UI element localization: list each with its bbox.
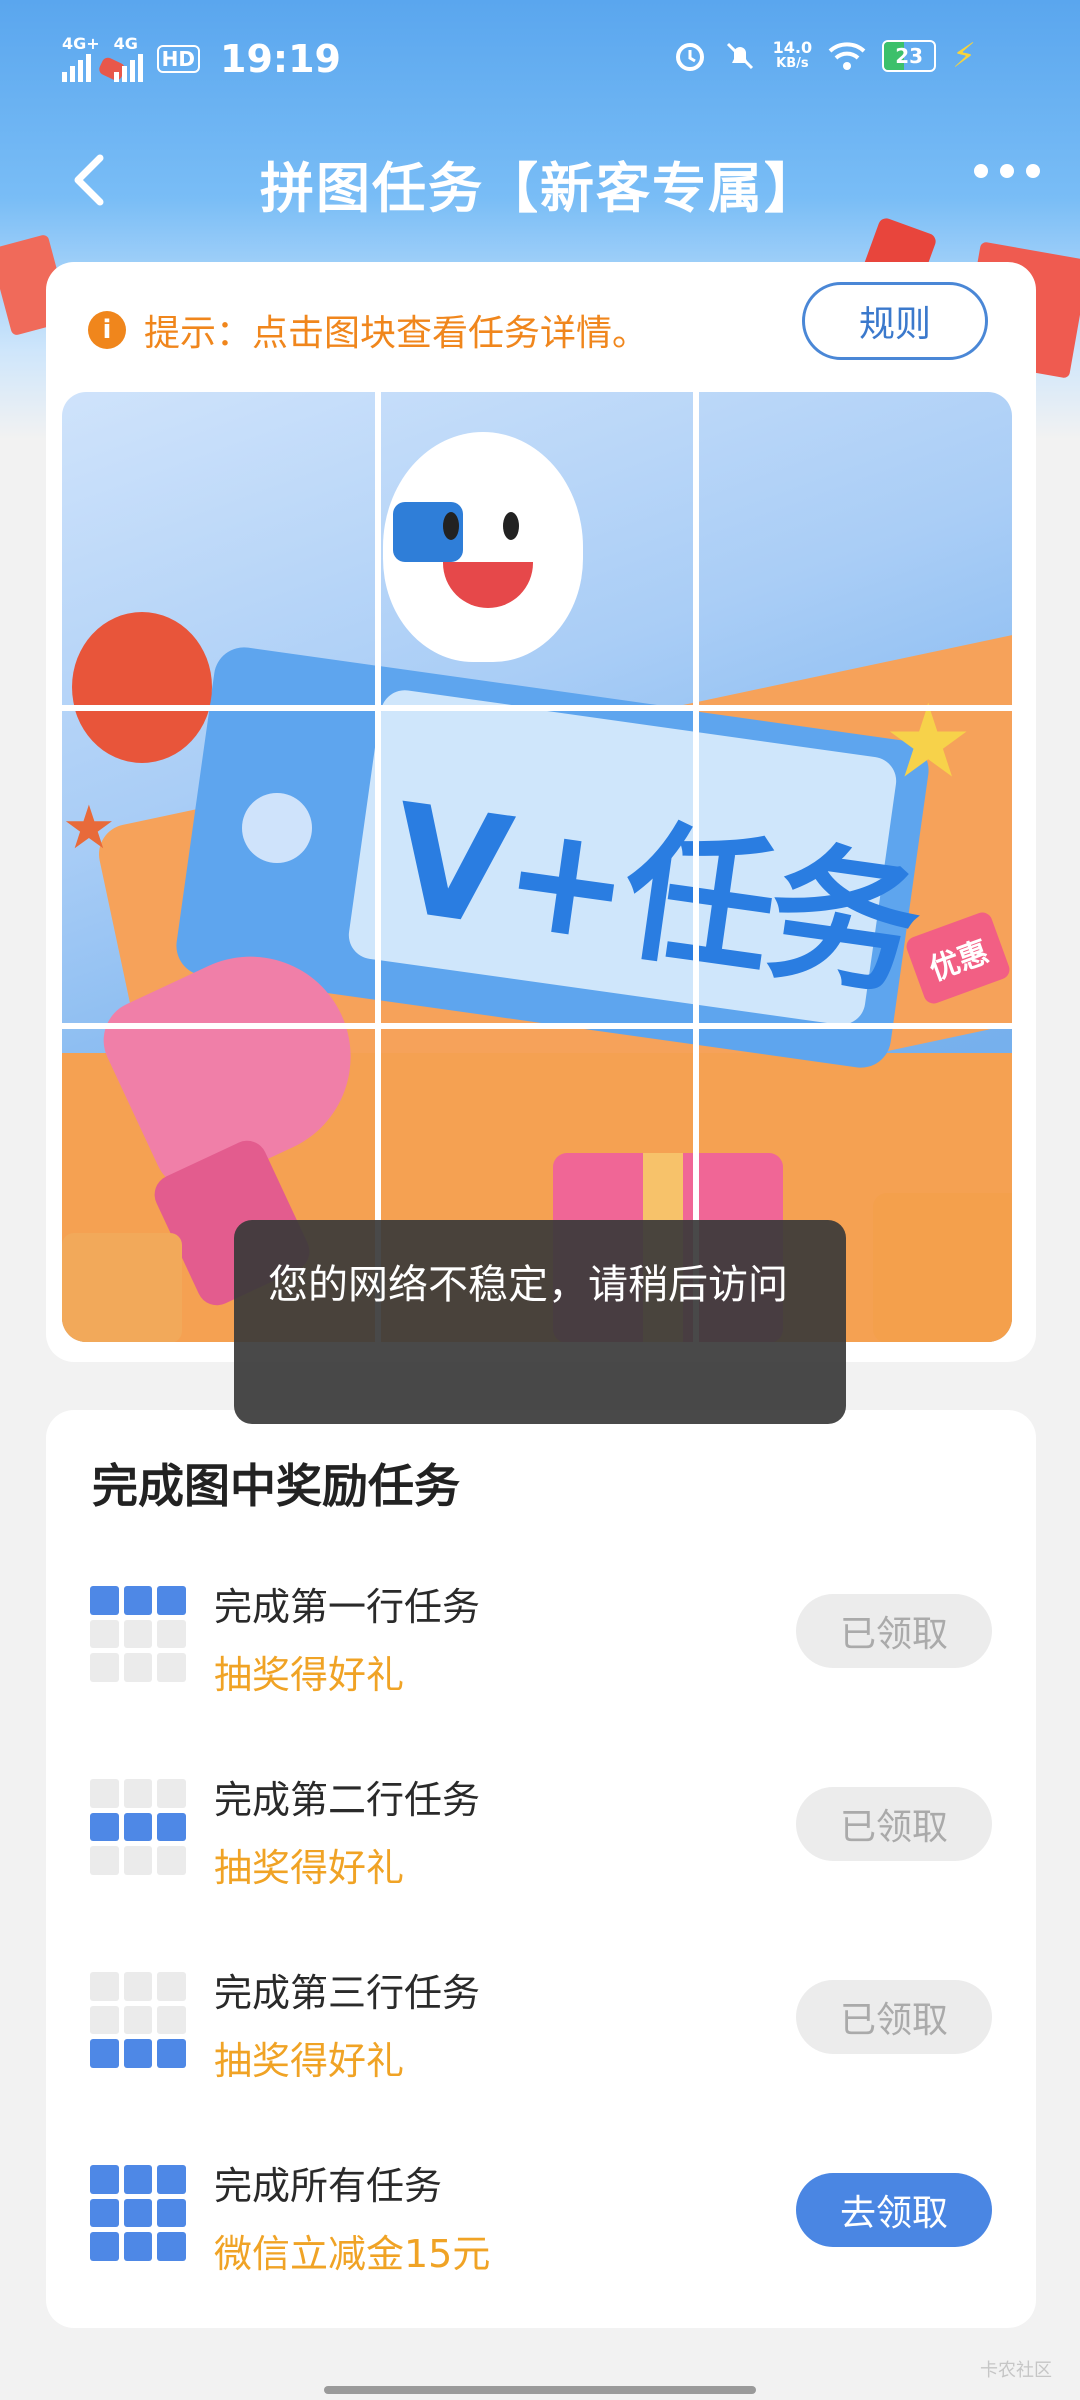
navigation-bar: 拼图任务【新客专属】 [0, 120, 1080, 312]
more-options-icon[interactable] [974, 164, 1040, 178]
cellular-signal-icon: 4G+ [62, 36, 100, 82]
charging-icon: ⚡ [952, 36, 976, 76]
puzzle-card: i 提示：点击图块查看任务详情。 规则 V+任务★★优惠 V+任务★★优惠 V+… [46, 262, 1036, 1362]
puzzle-tile-2[interactable]: V+任务★★优惠 [380, 392, 694, 705]
puzzle-tile-1[interactable]: V+任务★★优惠 [62, 392, 375, 705]
task-reward: 微信立减金15元 [214, 2232, 491, 2276]
puzzle-tile-4[interactable]: V+任务★★优惠 [62, 710, 375, 1024]
task-row: 完成第二行任务 抽奖得好礼 已领取 [46, 1755, 1036, 1905]
puzzle-tile-3[interactable]: V+任务★★优惠 [699, 392, 1012, 705]
watermark: 卡农社区 [980, 2360, 1052, 2381]
claimed-button[interactable]: 已领取 [796, 1787, 992, 1861]
claim-button[interactable]: 去领取 [796, 2173, 992, 2247]
page-title: 拼图任务【新客专属】 [260, 157, 820, 220]
mute-bell-icon [726, 42, 753, 70]
home-indicator[interactable] [324, 2386, 756, 2394]
alarm-icon [675, 43, 704, 71]
claimed-button[interactable]: 已领取 [796, 1980, 992, 2054]
status-bar: 4G+ 4G HD 19:19 14.0 KB/s 23 ⚡ [0, 0, 1080, 120]
clock: 19:19 [220, 37, 341, 81]
rules-button[interactable]: 规则 [802, 282, 988, 360]
cellular-signal-icon-2: 4G [113, 36, 143, 82]
puzzle-row-indicator-icon [90, 2165, 186, 2261]
puzzle-row-indicator-icon [90, 1586, 186, 1682]
hd-voice-icon: HD [156, 45, 201, 73]
task-reward: 抽奖得好礼 [214, 1653, 405, 1697]
task-name: 完成第三行任务 [214, 1971, 481, 2015]
puzzle-grid: V+任务★★优惠 V+任务★★优惠 V+任务★★优惠 V+任务★★优惠 V+任务… [62, 392, 1012, 1342]
task-reward: 抽奖得好礼 [214, 2039, 405, 2083]
task-row: 完成第一行任务 抽奖得好礼 已领取 [46, 1562, 1036, 1712]
tip-banner: i 提示：点击图块查看任务详情。 [88, 304, 648, 356]
task-reward: 抽奖得好礼 [214, 1846, 405, 1890]
task-name: 完成第一行任务 [214, 1585, 481, 1629]
puzzle-tile-5[interactable]: V+任务★★优惠 [380, 710, 694, 1024]
battery-icon: 23 [882, 40, 937, 72]
network-speed: 14.0 KB/s [772, 38, 813, 72]
claimed-button[interactable]: 已领取 [796, 1594, 992, 1668]
task-name: 完成所有任务 [214, 2164, 443, 2208]
puzzle-row-indicator-icon [90, 1779, 186, 1875]
task-section-title: 完成图中奖励任务 [92, 1459, 460, 1513]
puzzle-row-indicator-icon [90, 1972, 186, 2068]
tip-text: 提示：点击图块查看任务详情。 [144, 313, 649, 354]
wifi-icon [828, 42, 866, 70]
task-name: 完成第二行任务 [214, 1778, 481, 1822]
task-card: 完成图中奖励任务 完成第一行任务 抽奖得好礼 已领取 完成第二行任务 抽奖得好礼 已领取完… [46, 1410, 1036, 2328]
task-row: 完成所有任务微信立减金15元 去领取 [46, 2141, 1036, 2291]
puzzle-tile-6[interactable]: V+任务★★优惠 [699, 710, 1012, 1024]
network-error-toast: 您的网络不稳定，请稍后访问 [234, 1220, 846, 1424]
task-row: 完成第三行任务 抽奖得好礼 已领取 [46, 1948, 1036, 2098]
info-icon: i [88, 311, 126, 349]
